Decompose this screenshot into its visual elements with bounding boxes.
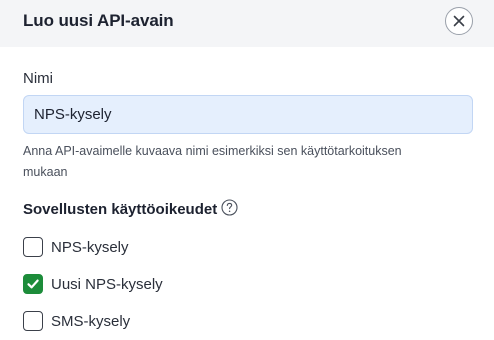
name-input[interactable] — [23, 95, 473, 134]
question-circle-icon[interactable] — [221, 199, 238, 216]
app-option-sms[interactable]: SMS-kysely — [23, 310, 130, 332]
app-option-new-nps[interactable]: Uusi NPS-kysely — [23, 273, 163, 295]
app-option-label: Uusi NPS-kysely — [51, 275, 163, 293]
checkbox-nps[interactable] — [23, 237, 43, 257]
checkbox-sms[interactable] — [23, 311, 43, 331]
applications-title: Sovellusten käyttöoikeudet — [23, 201, 218, 218]
close-button[interactable] — [445, 7, 473, 35]
app-option-label: SMS-kysely — [51, 312, 131, 330]
dialog-title: Luo uusi API-avain — [23, 11, 174, 30]
name-field-label: Nimi — [23, 70, 53, 87]
close-icon — [453, 15, 465, 27]
checkmark-icon — [27, 279, 39, 289]
create-api-key-dialog: Luo uusi API-avain Nimi Anna API-avaimel… — [0, 0, 494, 340]
app-option-nps[interactable]: NPS-kysely — [23, 236, 129, 258]
app-option-label: NPS-kysely — [51, 238, 129, 256]
checkbox-new-nps[interactable] — [23, 274, 43, 294]
name-field-hint: Anna API-avaimelle kuvaava nimi esimerki… — [23, 144, 402, 179]
dialog-header: Luo uusi API-avain — [0, 0, 494, 47]
